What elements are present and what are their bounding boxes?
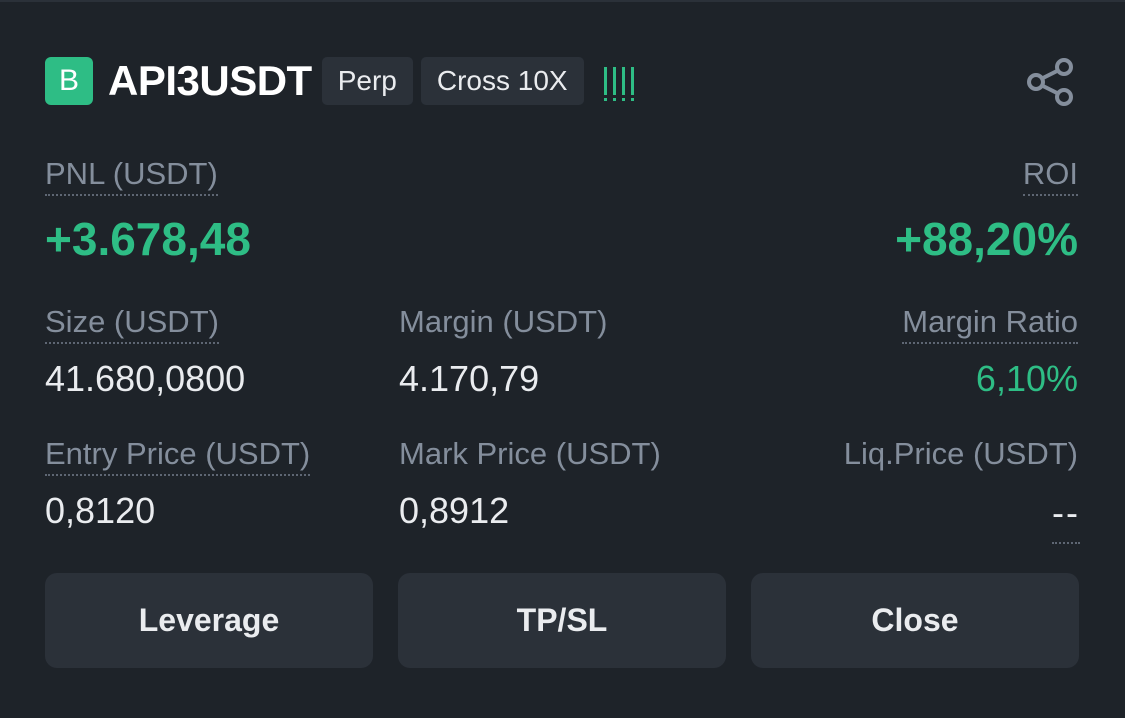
size-label[interactable]: Size (USDT) xyxy=(45,304,219,344)
roi-value: +88,20% xyxy=(895,213,1078,265)
pnl-value: +3.678,48 xyxy=(45,213,251,265)
pnl-label[interactable]: PNL (USDT) xyxy=(45,156,218,196)
adl-bar xyxy=(612,67,616,101)
close-position-button[interactable]: Close xyxy=(751,573,1079,668)
liq-price-label: Liq.Price (USDT) xyxy=(843,436,1078,471)
liq-price-value[interactable]: -- xyxy=(1052,492,1080,544)
leverage-button[interactable]: Leverage xyxy=(45,573,373,668)
entry-price-value: 0,8120 xyxy=(45,490,156,531)
position-header: B API3USDT Perp Cross 10X xyxy=(45,56,634,106)
position-card: B API3USDT Perp Cross 10X PNL (USDT) +3.… xyxy=(0,0,1125,718)
adl-bar xyxy=(603,67,607,101)
margin-value: 4.170,79 xyxy=(399,358,540,399)
adl-bar xyxy=(621,67,625,101)
contract-type-tag: Perp xyxy=(321,57,413,105)
share-icon[interactable] xyxy=(1024,56,1076,108)
mark-price-value: 0,8912 xyxy=(399,490,510,531)
margin-label: Margin (USDT) xyxy=(399,304,608,339)
mark-price-label: Mark Price (USDT) xyxy=(399,436,661,471)
symbol-name[interactable]: API3USDT xyxy=(108,57,312,105)
margin-ratio-label[interactable]: Margin Ratio xyxy=(902,304,1078,344)
entry-price-label[interactable]: Entry Price (USDT) xyxy=(45,436,311,476)
margin-ratio-value: 6,10% xyxy=(975,358,1078,399)
roi-label[interactable]: ROI xyxy=(1022,156,1078,196)
margin-mode-tag[interactable]: Cross 10X xyxy=(420,57,584,105)
tpsl-button[interactable]: TP/SL xyxy=(398,573,726,668)
adl-indicator-icon[interactable] xyxy=(603,61,634,101)
side-badge: B xyxy=(45,57,93,105)
adl-bar xyxy=(630,67,634,101)
size-value: 41.680,0800 xyxy=(45,358,246,399)
